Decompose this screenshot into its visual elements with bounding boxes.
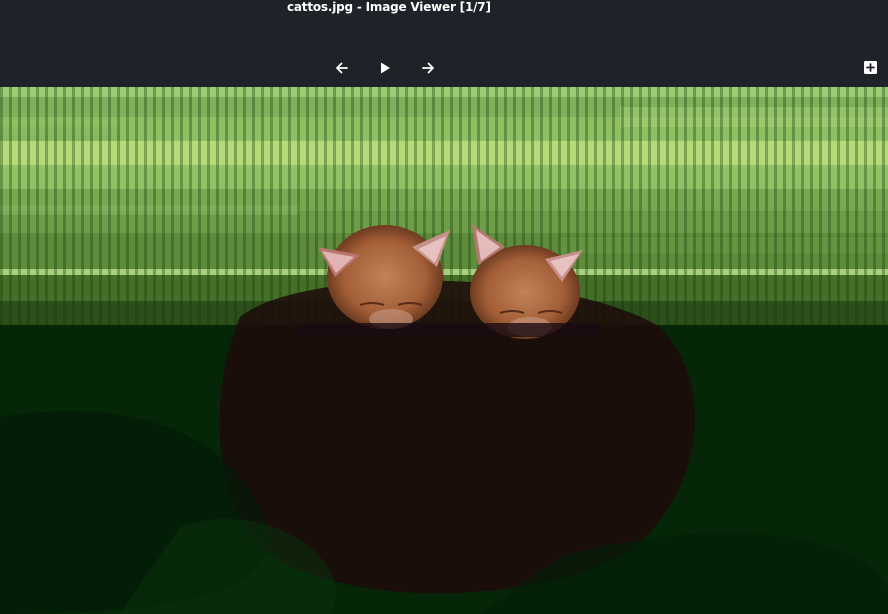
arrow-left-icon bbox=[336, 62, 348, 74]
cats-photo bbox=[0, 87, 888, 614]
previous-button[interactable] bbox=[332, 58, 352, 78]
toolbar bbox=[0, 48, 888, 87]
image-canvas[interactable] bbox=[0, 87, 888, 614]
title-bar: cattos.jpg - Image Viewer [1/7] bbox=[0, 0, 888, 48]
arrow-right-icon bbox=[422, 62, 434, 74]
play-icon bbox=[381, 62, 390, 74]
fullscreen-button[interactable] bbox=[864, 61, 877, 74]
window-title: cattos.jpg - Image Viewer [1/7] bbox=[287, 0, 491, 14]
next-button[interactable] bbox=[418, 58, 438, 78]
fullscreen-icon bbox=[864, 61, 877, 74]
image-viewer-window: cattos.jpg - Image Viewer [1/7] bbox=[0, 0, 888, 614]
play-slideshow-button[interactable] bbox=[375, 58, 395, 78]
